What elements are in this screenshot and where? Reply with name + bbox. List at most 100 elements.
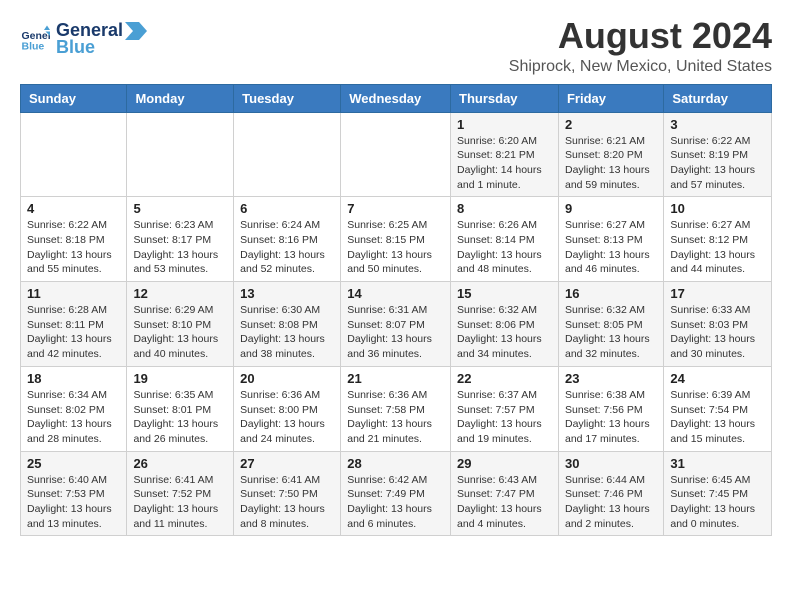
calendar-header-row: SundayMondayTuesdayWednesdayThursdayFrid… [21, 84, 772, 112]
day-number: 16 [565, 286, 657, 301]
calendar-cell: 16 Sunrise: 6:32 AM Sunset: 8:05 PM Dayli… [558, 282, 663, 367]
day-number: 21 [347, 371, 444, 386]
calendar-table: SundayMondayTuesdayWednesdayThursdayFrid… [20, 84, 772, 537]
day-info: Sunrise: 6:33 AM Sunset: 8:03 PM Dayligh… [670, 303, 765, 362]
calendar-cell: 19 Sunrise: 6:35 AM Sunset: 8:01 PM Dayli… [127, 366, 234, 451]
day-header-thursday: Thursday [451, 84, 559, 112]
calendar-cell: 14Sunrise: 6:31 AM Sunset: 8:07 PM Dayli… [341, 282, 451, 367]
header: General Blue General Blue August 2024 Sh… [20, 16, 772, 76]
day-header-saturday: Saturday [664, 84, 772, 112]
day-number: 10 [670, 201, 765, 216]
day-info: Sunrise: 6:32 AM Sunset: 8:05 PM Dayligh… [565, 303, 657, 362]
calendar-week-row: 11 Sunrise: 6:28 AM Sunset: 8:11 PM Dayli… [21, 282, 772, 367]
calendar-cell: 22 Sunrise: 6:37 AM Sunset: 7:57 PM Dayli… [451, 366, 559, 451]
calendar-cell: 3Sunrise: 6:22 AM Sunset: 8:19 PM Daylig… [664, 112, 772, 197]
day-info: Sunrise: 6:36 AM Sunset: 8:00 PM Dayligh… [240, 388, 334, 447]
day-number: 17 [670, 286, 765, 301]
day-info: Sunrise: 6:42 AM Sunset: 7:49 PM Dayligh… [347, 473, 444, 532]
day-info: Sunrise: 6:20 AM Sunset: 8:21 PM Dayligh… [457, 134, 552, 193]
day-number: 9 [565, 201, 657, 216]
day-number: 23 [565, 371, 657, 386]
calendar-cell [341, 112, 451, 197]
day-number: 19 [133, 371, 227, 386]
day-number: 27 [240, 456, 334, 471]
day-info: Sunrise: 6:22 AM Sunset: 8:18 PM Dayligh… [27, 218, 120, 277]
day-info: Sunrise: 6:39 AM Sunset: 7:54 PM Dayligh… [670, 388, 765, 447]
title-area: August 2024 Shiprock, New Mexico, United… [509, 16, 772, 76]
day-number: 22 [457, 371, 552, 386]
day-info: Sunrise: 6:35 AM Sunset: 8:01 PM Dayligh… [133, 388, 227, 447]
day-number: 30 [565, 456, 657, 471]
calendar-week-row: 18Sunrise: 6:34 AM Sunset: 8:02 PM Dayli… [21, 366, 772, 451]
day-number: 28 [347, 456, 444, 471]
calendar-week-row: 25 Sunrise: 6:40 AM Sunset: 7:53 PM Dayli… [21, 451, 772, 536]
day-number: 26 [133, 456, 227, 471]
day-info: Sunrise: 6:41 AM Sunset: 7:52 PM Dayligh… [133, 473, 227, 532]
calendar-cell: 21 Sunrise: 6:36 AM Sunset: 7:58 PM Dayli… [341, 366, 451, 451]
calendar-cell: 6 Sunrise: 6:24 AM Sunset: 8:16 PM Daylig… [234, 197, 341, 282]
calendar-cell: 8Sunrise: 6:26 AM Sunset: 8:14 PM Daylig… [451, 197, 559, 282]
calendar-cell: 15 Sunrise: 6:32 AM Sunset: 8:06 PM Dayli… [451, 282, 559, 367]
calendar-cell: 26 Sunrise: 6:41 AM Sunset: 7:52 PM Dayli… [127, 451, 234, 536]
day-info: Sunrise: 6:36 AM Sunset: 7:58 PM Dayligh… [347, 388, 444, 447]
day-number: 20 [240, 371, 334, 386]
logo-icon: General Blue [20, 24, 50, 54]
calendar-cell: 17 Sunrise: 6:33 AM Sunset: 8:03 PM Dayli… [664, 282, 772, 367]
day-number: 15 [457, 286, 552, 301]
day-number: 4 [27, 201, 120, 216]
day-info: Sunrise: 6:27 AM Sunset: 8:12 PM Dayligh… [670, 218, 765, 277]
day-number: 6 [240, 201, 334, 216]
day-info: Sunrise: 6:37 AM Sunset: 7:57 PM Dayligh… [457, 388, 552, 447]
day-header-friday: Friday [558, 84, 663, 112]
day-number: 31 [670, 456, 765, 471]
day-number: 25 [27, 456, 120, 471]
day-number: 14 [347, 286, 444, 301]
day-header-monday: Monday [127, 84, 234, 112]
location-subtitle: Shiprock, New Mexico, United States [509, 58, 772, 76]
day-info: Sunrise: 6:27 AM Sunset: 8:13 PM Dayligh… [565, 218, 657, 277]
calendar-cell: 1 Sunrise: 6:20 AM Sunset: 8:21 PM Daylig… [451, 112, 559, 197]
calendar-cell: 25 Sunrise: 6:40 AM Sunset: 7:53 PM Dayli… [21, 451, 127, 536]
day-number: 24 [670, 371, 765, 386]
day-info: Sunrise: 6:43 AM Sunset: 7:47 PM Dayligh… [457, 473, 552, 532]
calendar-cell: 5Sunrise: 6:23 AM Sunset: 8:17 PM Daylig… [127, 197, 234, 282]
day-number: 1 [457, 117, 552, 132]
calendar-cell: 12Sunrise: 6:29 AM Sunset: 8:10 PM Dayli… [127, 282, 234, 367]
logo: General Blue General Blue [20, 20, 147, 58]
day-info: Sunrise: 6:23 AM Sunset: 8:17 PM Dayligh… [133, 218, 227, 277]
day-info: Sunrise: 6:32 AM Sunset: 8:06 PM Dayligh… [457, 303, 552, 362]
day-number: 13 [240, 286, 334, 301]
calendar-cell: 4 Sunrise: 6:22 AM Sunset: 8:18 PM Daylig… [21, 197, 127, 282]
calendar-cell: 11 Sunrise: 6:28 AM Sunset: 8:11 PM Dayli… [21, 282, 127, 367]
day-number: 8 [457, 201, 552, 216]
calendar-week-row: 4 Sunrise: 6:22 AM Sunset: 8:18 PM Daylig… [21, 197, 772, 282]
calendar-cell: 10 Sunrise: 6:27 AM Sunset: 8:12 PM Dayli… [664, 197, 772, 282]
day-info: Sunrise: 6:22 AM Sunset: 8:19 PM Dayligh… [670, 134, 765, 193]
logo-arrow-icon [125, 22, 147, 40]
day-info: Sunrise: 6:40 AM Sunset: 7:53 PM Dayligh… [27, 473, 120, 532]
day-number: 18 [27, 371, 120, 386]
day-info: Sunrise: 6:24 AM Sunset: 8:16 PM Dayligh… [240, 218, 334, 277]
calendar-cell: 31Sunrise: 6:45 AM Sunset: 7:45 PM Dayli… [664, 451, 772, 536]
calendar-cell: 24 Sunrise: 6:39 AM Sunset: 7:54 PM Dayli… [664, 366, 772, 451]
calendar-cell: 9 Sunrise: 6:27 AM Sunset: 8:13 PM Daylig… [558, 197, 663, 282]
day-number: 2 [565, 117, 657, 132]
calendar-cell: 7Sunrise: 6:25 AM Sunset: 8:15 PM Daylig… [341, 197, 451, 282]
calendar-week-row: 1 Sunrise: 6:20 AM Sunset: 8:21 PM Daylig… [21, 112, 772, 197]
day-info: Sunrise: 6:30 AM Sunset: 8:08 PM Dayligh… [240, 303, 334, 362]
day-number: 29 [457, 456, 552, 471]
calendar-cell: 23Sunrise: 6:38 AM Sunset: 7:56 PM Dayli… [558, 366, 663, 451]
day-info: Sunrise: 6:21 AM Sunset: 8:20 PM Dayligh… [565, 134, 657, 193]
day-number: 12 [133, 286, 227, 301]
calendar-cell: 2 Sunrise: 6:21 AM Sunset: 8:20 PM Daylig… [558, 112, 663, 197]
calendar-cell: 27Sunrise: 6:41 AM Sunset: 7:50 PM Dayli… [234, 451, 341, 536]
calendar-cell: 13 Sunrise: 6:30 AM Sunset: 8:08 PM Dayli… [234, 282, 341, 367]
day-number: 11 [27, 286, 120, 301]
calendar-cell: 30 Sunrise: 6:44 AM Sunset: 7:46 PM Dayli… [558, 451, 663, 536]
calendar-cell: 20 Sunrise: 6:36 AM Sunset: 8:00 PM Dayli… [234, 366, 341, 451]
day-number: 7 [347, 201, 444, 216]
day-info: Sunrise: 6:28 AM Sunset: 8:11 PM Dayligh… [27, 303, 120, 362]
day-header-tuesday: Tuesday [234, 84, 341, 112]
calendar-cell [127, 112, 234, 197]
day-info: Sunrise: 6:44 AM Sunset: 7:46 PM Dayligh… [565, 473, 657, 532]
